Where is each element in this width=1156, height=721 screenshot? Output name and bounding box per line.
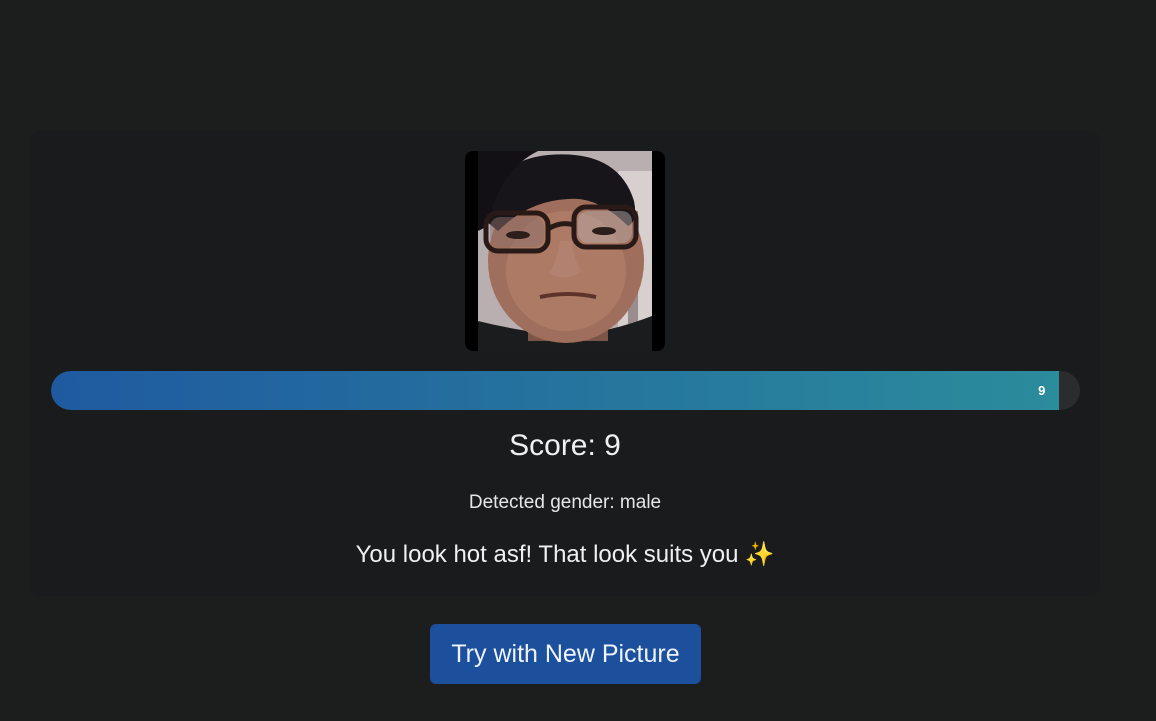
photo-frame: [465, 151, 665, 351]
try-new-picture-button[interactable]: Try with New Picture: [430, 624, 701, 684]
user-photo: [478, 151, 652, 351]
detected-gender: Detected gender: male: [468, 492, 662, 513]
score-bar: 9: [51, 371, 1080, 410]
score-bar-value: 9: [1038, 383, 1046, 398]
page: 9 Score: 9 Detected gender: male You loo…: [0, 0, 1156, 721]
sparkles-icon: ✨: [744, 541, 775, 568]
score-text: Score: 9: [509, 429, 621, 462]
result-message: You look hot asf! That look suits you ✨: [30, 540, 1100, 569]
score-bar-fill: 9: [51, 371, 1060, 410]
result-card: 9 Score: 9 Detected gender: male You loo…: [30, 131, 1100, 596]
result-message-text: You look hot asf! That look suits you: [355, 541, 739, 568]
